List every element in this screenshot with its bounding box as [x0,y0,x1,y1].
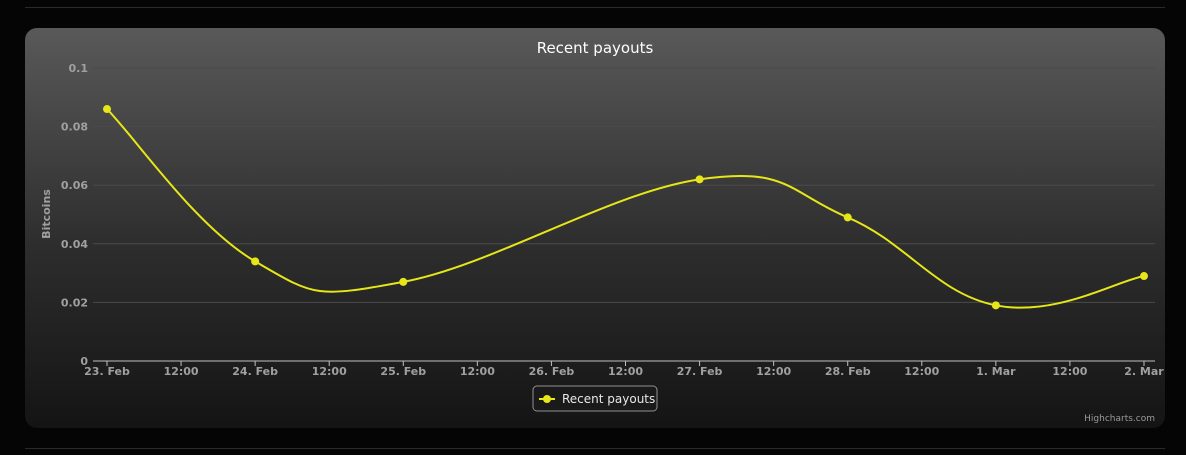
x-tick-label: 12:00 [756,365,791,378]
x-tick-label: 1. Mar [976,365,1016,378]
y-axis-label: Bitcoins [40,189,53,239]
y-tick-label: 0.04 [61,238,88,251]
x-tick-label: 28. Feb [825,365,871,378]
x-tick-label: 12:00 [1052,365,1087,378]
data-point[interactable] [399,277,408,286]
payouts-chart: Recent payouts Bitcoins 00.020.040.060.0… [40,39,1164,412]
x-tick-label: 12:00 [164,365,199,378]
bottom-divider [25,448,1165,449]
x-tick-label: 12:00 [312,365,347,378]
data-point[interactable] [695,175,704,184]
data-point[interactable] [103,105,111,114]
x-tick-label: 23. Feb [84,365,130,378]
legend-marker [543,395,551,403]
data-point[interactable] [843,213,852,222]
chart-title: Recent payouts [537,39,654,57]
data-point[interactable] [991,301,1000,310]
highcharts-credit[interactable]: Highcharts.com [1084,414,1155,424]
y-tick-label: 0.06 [61,179,88,192]
top-divider [25,7,1165,8]
x-tick-label: 24. Feb [232,365,278,378]
data-point[interactable] [251,257,260,266]
series-line-recent-payouts [106,108,1145,309]
y-tick-label: 0.1 [69,62,89,75]
x-tick-label: 12:00 [460,365,495,378]
y-tick-label: 0.08 [61,121,88,134]
x-tick-label: 2. Mar [1124,365,1164,378]
x-tick-label: 12:00 [608,365,643,378]
x-tick-label: 27. Feb [677,365,723,378]
data-point[interactable] [1140,272,1148,281]
y-tick-label: 0.02 [61,296,88,309]
legend-item-label[interactable]: Recent payouts [562,392,655,406]
legend[interactable]: Recent payouts [532,385,658,412]
x-tick-label: 12:00 [904,365,939,378]
x-tick-label: 26. Feb [529,365,575,378]
chart-panel: Recent payouts Bitcoins 0 0.02 0.04 0.06 0.0… [25,28,1165,428]
x-tick-label: 25. Feb [380,365,426,378]
